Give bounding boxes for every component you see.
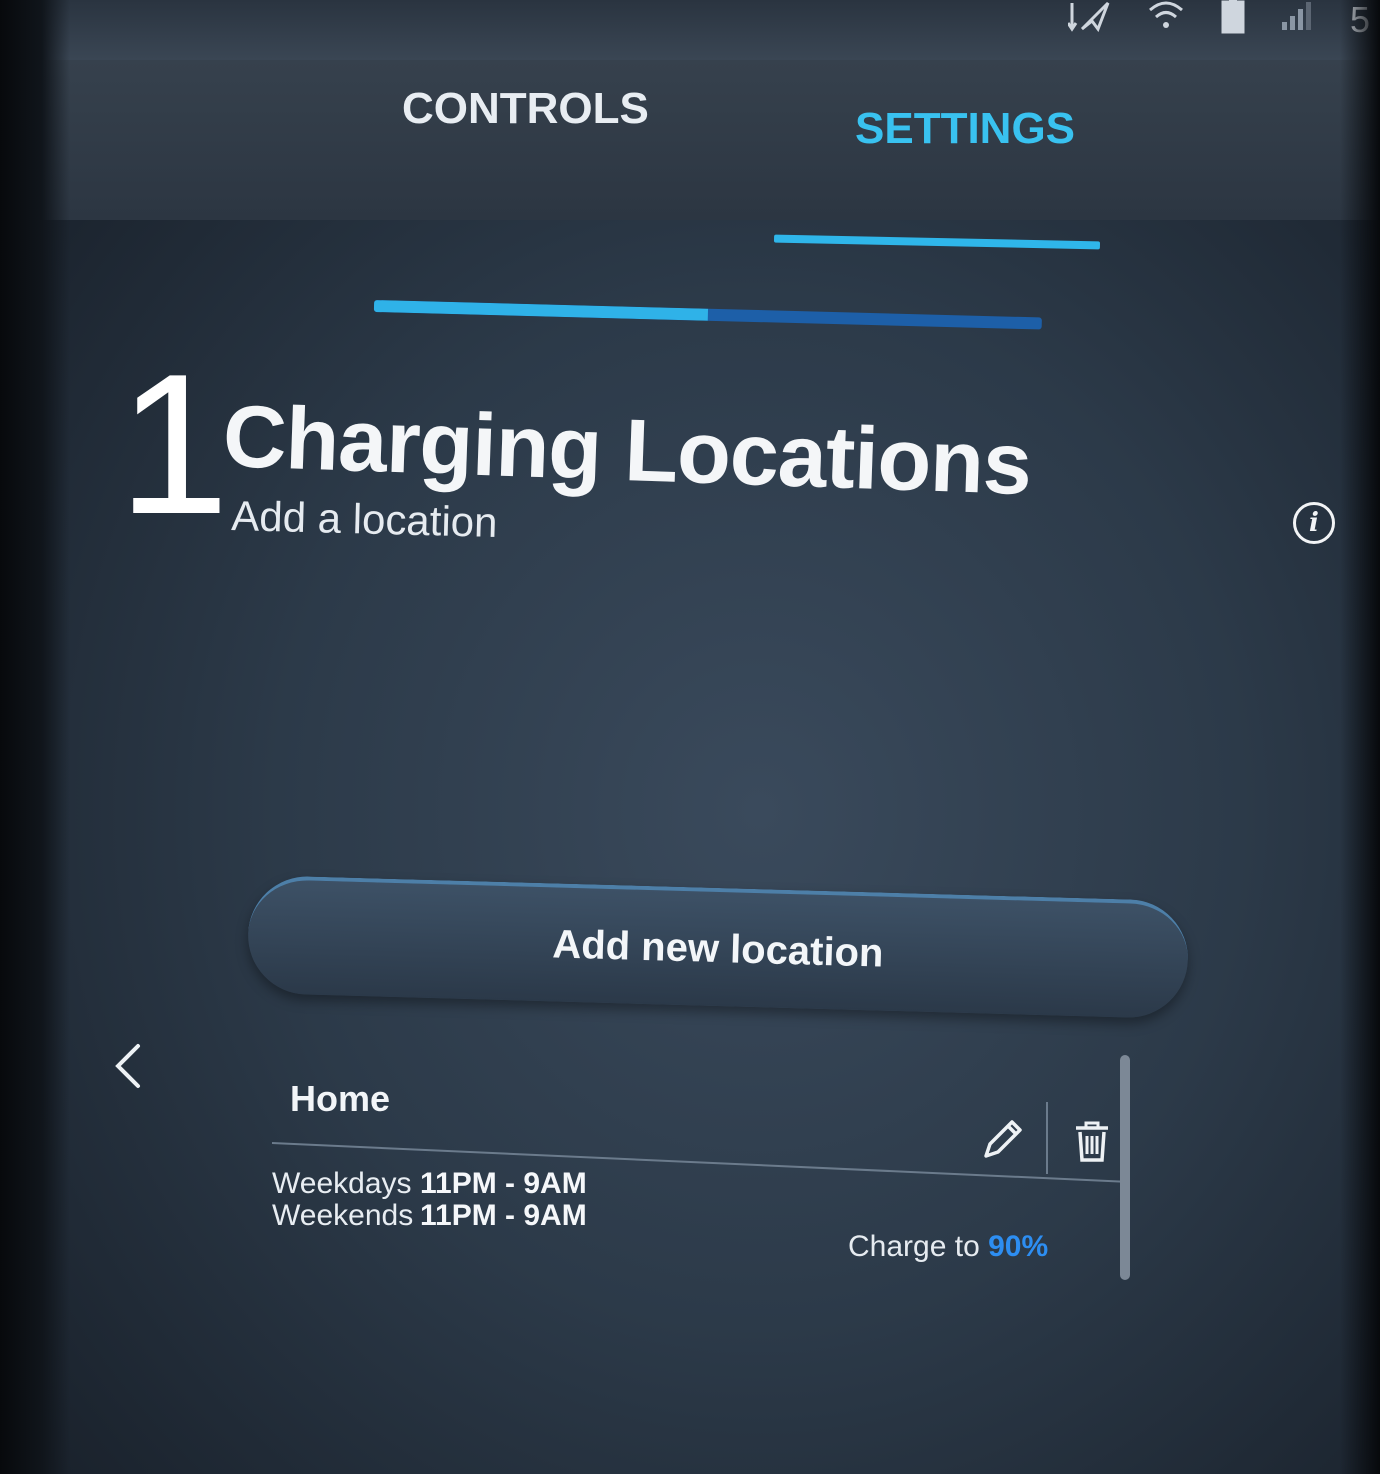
location-card-home[interactable]: Home Weekdays 11PM - 9AM Weekends 11PM -… [271,1060,1132,1290]
charge-label: Charge to [848,1230,980,1263]
info-icon[interactable]: i [1293,502,1335,544]
bezel-left [0,0,70,1474]
status-bar: 5 [0,0,1380,60]
icon-divider [1046,1102,1048,1174]
schedule-row-weekdays: Weekdays 11PM - 9AM [272,1168,587,1200]
step-number: 1 [118,333,230,556]
schedule-day: Weekdays [272,1167,412,1200]
list-scrollbar[interactable] [1120,1055,1130,1280]
tab-settings[interactable]: SETTINGS [855,104,1075,154]
app-screen: 5 CONTROLS SETTINGS 1 Charging Locations… [0,0,1380,1474]
page-subtitle: Add a location [230,492,499,546]
bezel-right [1340,0,1380,1474]
battery-icon [1220,0,1246,43]
add-new-location-button[interactable]: Add new location [246,874,1190,1020]
schedule-row-weekends: Weekends 11PM - 9AM [272,1200,587,1232]
schedule-time: 11PM - 9AM [420,1199,587,1232]
charge-value: 90% [988,1230,1049,1263]
location-name: Home [290,1078,391,1119]
nav-arrow-icon [1066,0,1112,42]
charging-schedule: Weekdays 11PM - 9AM Weekends 11PM - 9AM [272,1168,587,1232]
wizard-progress-fill [373,300,709,321]
schedule-day: Weekends [272,1199,414,1232]
schedule-time: 11PM - 9AM [420,1167,587,1200]
charge-target: Charge to 90% [848,1230,1048,1264]
tab-controls[interactable]: CONTROLS [402,84,649,134]
signal-icon [1280,0,1316,41]
delete-trash-icon[interactable] [1072,1120,1112,1164]
active-tab-indicator [773,234,1101,250]
back-chevron-icon[interactable] [108,1040,158,1090]
wizard-progress-bar [373,300,1042,330]
wifi-icon [1146,0,1186,41]
tab-bar [0,60,1380,220]
status-icons: 5 [1066,0,1370,43]
edit-pencil-icon[interactable] [980,1116,1026,1162]
